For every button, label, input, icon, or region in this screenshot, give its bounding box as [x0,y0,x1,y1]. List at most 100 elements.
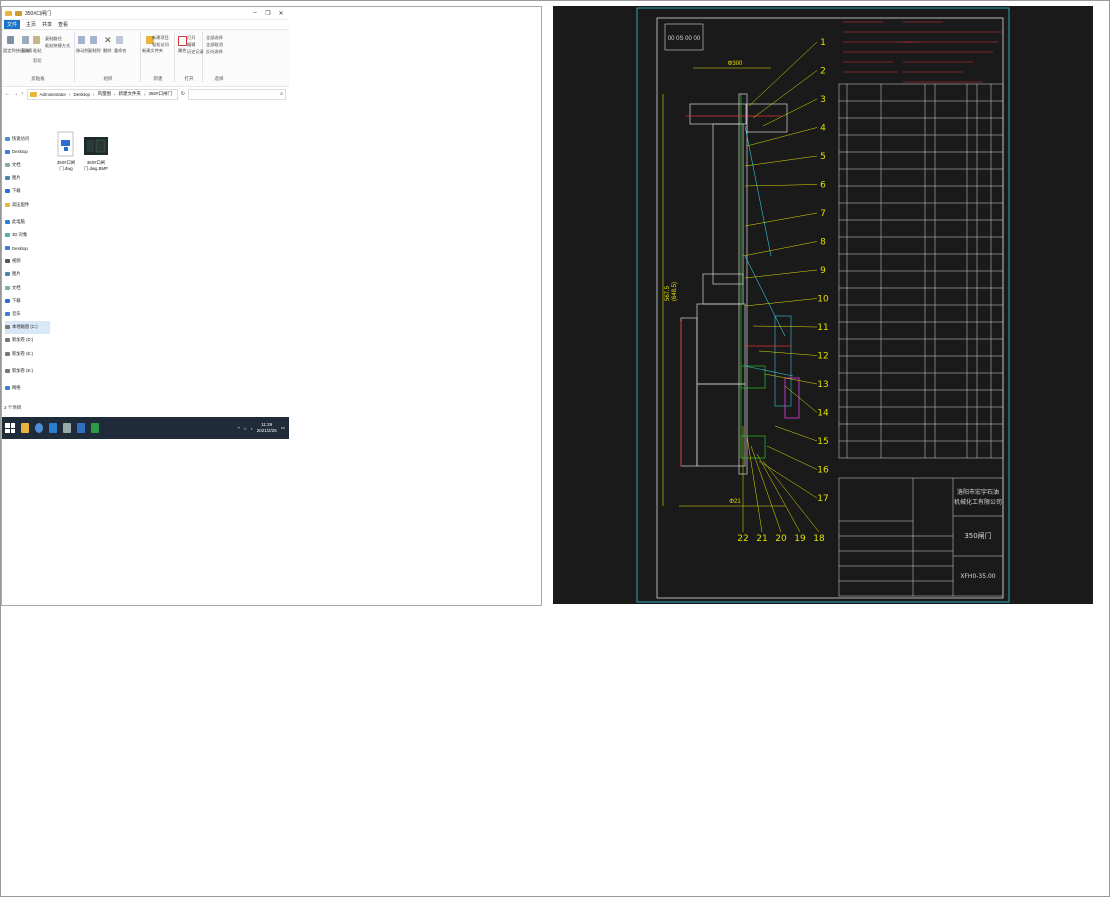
up-icon[interactable]: ↑ [21,91,24,97]
browser-taskbar-icon[interactable] [35,423,43,433]
nav-item[interactable]: 图片 [5,172,50,185]
nav-item[interactable]: 图片 [5,268,50,281]
cut-button[interactable]: 剪切 [33,58,41,64]
quick-access-icon[interactable] [15,10,22,16]
copy-to-icon[interactable] [90,36,97,44]
paste-shortcut-button[interactable]: 粘贴快捷方式 [45,43,70,49]
nav-item[interactable]: 高压配件 [5,198,50,211]
delete-icon[interactable]: ✕ [104,35,112,46]
leader-line [744,298,818,307]
nav-item[interactable]: 音乐 [5,307,50,320]
nav-item[interactable]: 快速访问 [5,132,50,145]
copy-path-button[interactable]: 复制路径 [45,36,62,42]
nav-item[interactable]: 文档 [5,281,50,294]
notification-icon[interactable]: ▭ [281,425,285,431]
menu-share[interactable]: 共享 [42,21,52,28]
app-taskbar-icon[interactable] [49,423,57,433]
downloads-icon [5,189,10,194]
downloads-icon [5,298,10,303]
maximize-icon[interactable]: ❐ [263,10,273,17]
forward-icon[interactable]: → [13,91,18,97]
menu-view[interactable]: 查看 [58,21,68,28]
breadcrumb-3[interactable]: 风量图 [98,91,112,97]
refresh-icon[interactable]: ↻ [181,91,185,97]
balloon-number: 11 [817,323,828,333]
volume-icon[interactable]: ♪ [250,426,252,431]
network-icon [5,385,10,390]
open-button[interactable]: 打开 [187,35,195,41]
properties-icon[interactable] [178,36,187,46]
leader-line [756,453,801,533]
group-label-organize: 组织 [103,76,113,81]
address-folder-icon [29,91,37,97]
breadcrumb-5[interactable]: 350#口闸门 [149,91,173,97]
nav-item[interactable]: 文档 [5,158,50,171]
copy-button[interactable]: 复制 [22,48,30,54]
nav-item[interactable]: 新加卷 (D:) [5,334,50,347]
dwg-file-icon [57,131,74,157]
file-explorer-taskbar-icon[interactable] [21,423,29,433]
new-item-button[interactable]: 新建项目 [152,35,169,41]
nav-item[interactable]: 此电脑 [5,215,50,228]
paste-icon[interactable] [33,36,40,44]
search-input[interactable]: ⌕ [188,88,286,100]
nav-item[interactable]: 视频 [5,255,50,268]
file-item[interactable]: 350#口闸门.dwg.BMP [82,131,110,172]
app-taskbar-icon[interactable] [63,423,71,433]
close-icon[interactable]: ✕ [276,10,286,17]
leader-line [742,241,818,257]
delete-button[interactable]: 删除 [103,48,111,54]
nav-item[interactable]: 下载 [5,294,50,307]
select-none-button[interactable]: 全部取消 [206,42,223,48]
group-label-open: 打开 [184,76,194,81]
pin-icon[interactable] [7,36,14,44]
tray-chevron-icon[interactable]: ^ [238,426,240,431]
windows-start-icon[interactable] [5,423,15,433]
rename-icon[interactable] [116,36,123,44]
minimize-icon[interactable]: – [250,10,260,16]
leader-line [758,350,818,356]
network-icon[interactable]: ⌂ [244,426,247,431]
menu-file[interactable]: 文件 [4,20,21,29]
move-to-icon[interactable] [78,36,85,44]
nav-item[interactable]: 新加卷 (E:) [5,364,50,377]
rename-button[interactable]: 重命名 [114,48,127,54]
menu-home[interactable]: 主页 [26,21,36,28]
edit-button[interactable]: 编辑 [187,42,195,48]
file-item[interactable]: 350#口闸门.dwg [52,131,80,172]
nav-item[interactable]: 3D 对象 [5,228,50,241]
desktop-icon [5,149,10,154]
nav-item[interactable]: 网络 [5,381,50,394]
breadcrumb-4[interactable]: 新建文件夹 [119,91,142,97]
nav-item[interactable]: 下载 [5,185,50,198]
new-folder-button[interactable]: 新建文件夹 [142,48,163,54]
copy-to-button[interactable]: 复制到 [88,48,101,54]
dim-vertical-label-1: 567.5 [665,285,671,301]
nav-item[interactable]: 新加卷 (E:) [5,347,50,360]
easy-access-button[interactable]: 轻松访问 [152,42,169,48]
cad-taskbar-icon[interactable] [77,423,85,433]
balloon-number: 8 [820,238,826,248]
address-bar[interactable]: Administrator › Desktop › 风量图 › 新建文件夹 › 350#… [26,88,178,100]
paste-button[interactable]: 粘贴 [33,48,41,54]
invert-selection-button[interactable]: 反向选择 [206,49,223,55]
balloon-number: 14 [817,409,829,419]
breadcrumb-1[interactable]: Administrator [40,92,67,97]
nav-item[interactable]: Desktop [5,242,50,255]
app-taskbar-icon[interactable] [91,423,99,433]
window-title: 350#口闸门 [25,10,52,17]
nav-item[interactable]: 本地磁盘 (C:) [5,320,50,334]
history-button[interactable]: 历史记录 [187,49,204,55]
ribbon: 固定到快速访问 复制 粘贴 复制路径 粘贴快捷方式 剪切 剪贴板 移动到 复制到… [2,29,289,87]
properties-button[interactable]: 属性 [178,48,186,54]
nav-item[interactable]: Desktop [5,145,50,158]
move-to-button[interactable]: 移动到 [76,48,89,54]
search-icon: ⌕ [280,90,283,97]
folder-icon [5,202,10,207]
breadcrumb-2[interactable]: Desktop [74,92,91,97]
select-all-button[interactable]: 全部选择 [206,35,223,41]
back-icon[interactable]: ← [5,91,10,97]
copy-icon[interactable] [22,36,29,44]
balloon-number: 1 [820,38,826,48]
clock[interactable]: 11:29 2021/2/26 [257,422,277,434]
